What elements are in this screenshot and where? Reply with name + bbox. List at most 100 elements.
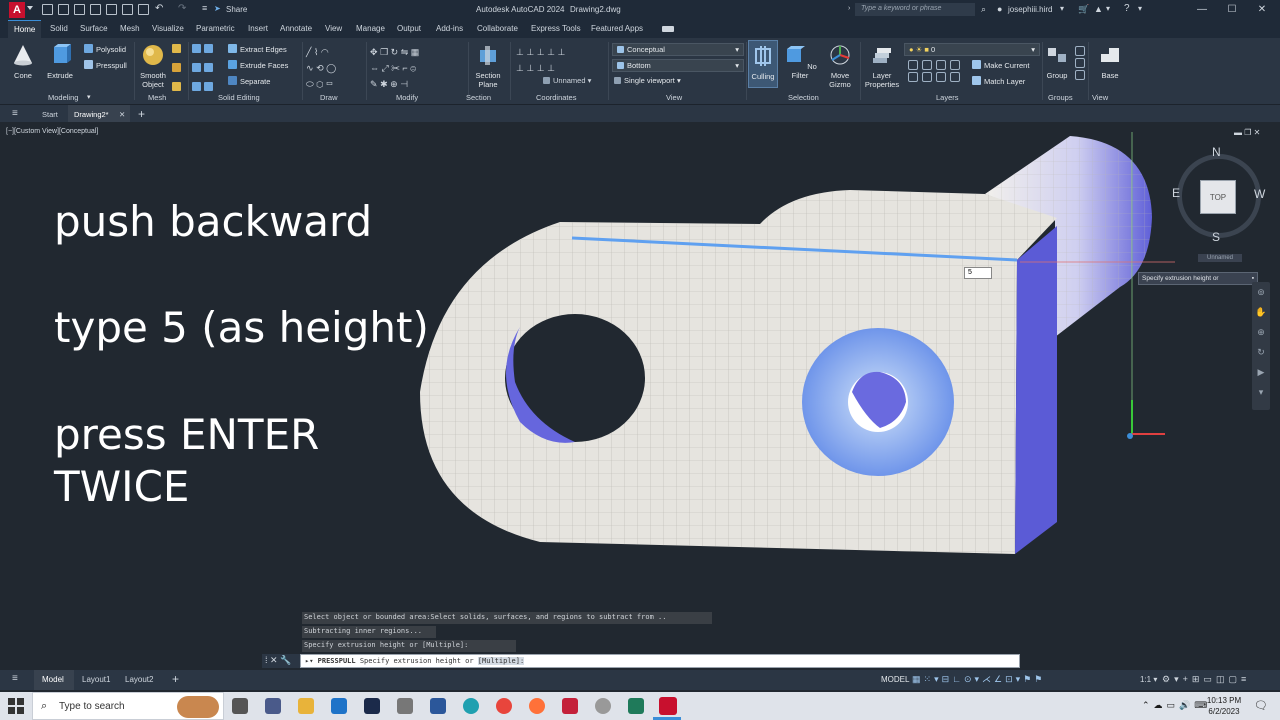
layout-menu-icon[interactable]: ≡	[12, 673, 18, 684]
dynamic-input-field[interactable]: 5	[964, 267, 992, 279]
base-view-button[interactable]: Base	[1096, 44, 1124, 80]
solid-editing-tool-icons[interactable]	[192, 44, 224, 91]
system-tray[interactable]: ⌃☁▭🔊⌨	[1142, 700, 1211, 711]
autocad-taskbar-icon[interactable]	[659, 697, 677, 715]
layer-unisolate-icon[interactable]	[908, 72, 918, 82]
tab-parametric[interactable]: Parametric	[196, 24, 235, 33]
fillet-icon[interactable]: ⌐	[402, 63, 407, 73]
help-chevron-icon[interactable]: ▾	[1138, 4, 1142, 13]
command-recent-icon[interactable]: ▸▾	[305, 657, 313, 665]
layout2-tab[interactable]: Layout2	[125, 675, 153, 684]
tab-manage[interactable]: Manage	[356, 24, 385, 33]
line-icon[interactable]: ╱	[306, 47, 311, 57]
app-icon[interactable]	[397, 698, 413, 714]
steeringwheel-icon[interactable]: ⊚	[1252, 282, 1270, 302]
make-current-button[interactable]: Make Current	[972, 60, 1029, 70]
mesh-tool-icons[interactable]	[172, 44, 186, 91]
auto-scale-icon[interactable]: ⚑	[1034, 674, 1045, 684]
smooth-object-button[interactable]: Smooth Object	[138, 44, 168, 89]
layer-unlock-icon[interactable]	[950, 72, 960, 82]
user-icon[interactable]: ●	[997, 4, 1002, 14]
mail-icon[interactable]	[331, 698, 347, 714]
close-window-icon[interactable]: ✕	[1252, 2, 1272, 18]
zoom-extents-icon[interactable]: ⊕	[1252, 322, 1270, 342]
ungroup-icon[interactable]	[1075, 46, 1085, 56]
presspull-button[interactable]: Presspull	[84, 60, 127, 70]
ucs-name-dropdown[interactable]: Unnamed ▾	[543, 76, 591, 85]
windows-start-icon[interactable]	[8, 698, 24, 714]
no-filter-button[interactable]: No Filter	[782, 44, 818, 80]
match-layer-button[interactable]: Match Layer	[972, 76, 1025, 86]
navigation-bar[interactable]: ⊚ ✋ ⊕ ↻ ▶ ▾	[1252, 282, 1270, 410]
group-select-icon[interactable]	[1075, 70, 1085, 80]
viewcube-east[interactable]: W	[1254, 187, 1265, 201]
ucs-view-icon[interactable]: ⊥	[516, 63, 524, 73]
mirror-icon[interactable]: ⇋	[401, 47, 409, 57]
explode-icon[interactable]: ✱	[380, 79, 388, 89]
cart-icon[interactable]: 🛒	[1078, 4, 1089, 15]
notifications-icon[interactable]: 🗨	[1254, 699, 1268, 712]
viewcube-south[interactable]: S	[1212, 230, 1220, 244]
dynamic-prompt-options-icon[interactable]: ▪	[1252, 275, 1254, 282]
trim-icon[interactable]: ✂	[391, 63, 400, 73]
extrude-button[interactable]: Extrude	[44, 44, 76, 80]
save-icon[interactable]	[74, 4, 85, 15]
polygon-icon[interactable]: ⬡	[316, 79, 323, 89]
taskbar-search-box[interactable]: ⌕ Type to search	[32, 692, 224, 720]
command-line-close-icon[interactable]: ✕	[270, 655, 278, 665]
open-web-icon[interactable]	[106, 4, 117, 15]
autocad-logo-icon[interactable]: A	[9, 2, 25, 18]
array-icon[interactable]: ▦	[411, 47, 420, 57]
viewcube-north[interactable]: N	[1212, 145, 1221, 159]
solid-editing-panel-label[interactable]: Solid Editing	[218, 93, 260, 102]
ucs-y-icon[interactable]: ⊥	[547, 47, 555, 57]
snap-toggle-icon[interactable]: ⁙	[924, 674, 935, 684]
tab-visualize[interactable]: Visualize	[152, 24, 184, 33]
tab-add-ins[interactable]: Add-ins	[436, 24, 463, 33]
polyline-icon[interactable]: ⌇	[314, 47, 318, 57]
groups-panel-label[interactable]: Groups	[1048, 93, 1073, 102]
tab-mesh[interactable]: Mesh	[120, 24, 140, 33]
vivaldi-icon[interactable]	[562, 698, 578, 714]
helix-icon[interactable]: ⟲	[316, 63, 324, 73]
base-panel-label[interactable]: View	[1092, 93, 1108, 102]
photoshop-icon[interactable]	[364, 698, 380, 714]
move-icon[interactable]: ✥	[370, 47, 378, 57]
layer-isolate-icon[interactable]	[908, 60, 918, 70]
mesh-box-icon[interactable]	[172, 44, 181, 53]
side-face[interactable]	[1015, 226, 1057, 554]
settings-app-icon[interactable]	[595, 698, 611, 714]
terminal-icon[interactable]	[628, 698, 644, 714]
thicken-icon[interactable]	[204, 82, 213, 91]
coordinates-panel-label[interactable]: Coordinates	[536, 93, 576, 102]
start-tab[interactable]: Start	[42, 110, 58, 119]
app-menu-chevron-icon[interactable]	[27, 6, 33, 10]
orbit-icon[interactable]: ↻	[1252, 342, 1270, 362]
ucs-z-icon[interactable]: ⊥	[557, 47, 565, 57]
command-option-multiple[interactable]: [Multiple]:	[477, 657, 525, 665]
search-icon[interactable]: ⌕	[981, 4, 986, 15]
break-icon[interactable]: ⊣	[400, 79, 408, 89]
command-line-grip-icon[interactable]: ⁞	[265, 655, 268, 665]
tab-view[interactable]: View	[325, 24, 342, 33]
viewcube-top-face[interactable]: TOP	[1200, 180, 1236, 214]
redo-icon[interactable]: ↷	[178, 3, 186, 14]
user-name[interactable]: josephiii.hird	[1008, 5, 1052, 14]
join-icon[interactable]: ⊕	[390, 79, 398, 89]
workspace-gear-icon[interactable]: ⚙	[1162, 674, 1174, 684]
selection-panel-label[interactable]: Selection	[788, 93, 819, 102]
modify-tool-icons[interactable]: ✥ ❐ ↻ ⇋ ▦ ⇔ ⤢ ✂ ⌐ ⊜ ✎ ✱ ⊕ ⊣	[370, 44, 464, 89]
model-layout-tab[interactable]: Model	[34, 670, 74, 690]
mesh-refine-icon[interactable]	[172, 63, 181, 72]
tab-express-tools[interactable]: Express Tools	[531, 24, 581, 33]
group-button[interactable]: Group	[1044, 44, 1070, 80]
plot-icon[interactable]	[138, 4, 149, 15]
help-search-input[interactable]: Type a keyword or phrase	[855, 3, 975, 16]
save-web-icon[interactable]	[122, 4, 133, 15]
tab-collaborate[interactable]: Collaborate	[477, 24, 518, 33]
draw-tool-icons[interactable]: ╱ ⌇ ◠ ∿ ⟲ ◯ ⬭ ⬡ ▭	[306, 44, 364, 89]
view-direction-dropdown[interactable]: Bottom ▾	[612, 59, 744, 72]
tab-annotate[interactable]: Annotate	[280, 24, 312, 33]
stretch-icon[interactable]: ⇔	[370, 63, 379, 73]
new-layout-icon[interactable]: +	[172, 672, 179, 686]
